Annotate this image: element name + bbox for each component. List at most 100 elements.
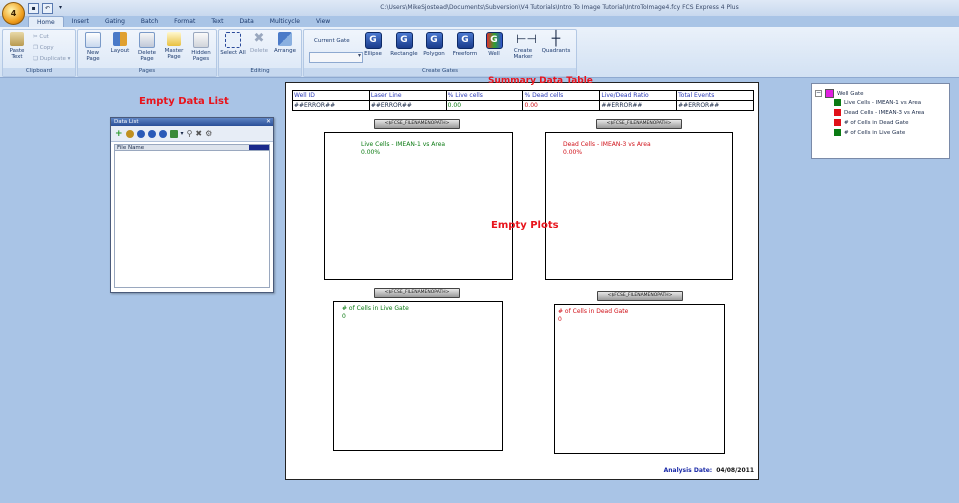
select-all-button[interactable]: Select All [220,32,246,56]
move-down-icon[interactable] [158,129,167,138]
pages-group: New Page Layout Delete Page Master Page … [77,29,217,77]
gate-tree-item[interactable]: # of Cells in Live Gate [834,129,905,136]
live-count-plot[interactable]: # of Cells in Live Gate 0 [333,301,503,451]
freeform-gate-icon: G [456,32,474,49]
collapse-icon[interactable]: − [815,90,822,97]
rectangle-gate-button[interactable]: G Rectangle [389,32,419,57]
data-list-body[interactable] [114,151,270,288]
master-page-button[interactable]: Master Page [161,32,187,60]
quadrants-button[interactable]: ┼ Quadrants [540,32,572,54]
hidden-pages-label: Hidden Pages [191,50,211,62]
filename-token-tr[interactable]: <$FCSE_FILENAMENOPATH> [596,119,682,129]
tab-view[interactable]: View [308,16,338,27]
folder-icon[interactable] [125,129,134,138]
create-marker-label: Create Marker [513,48,533,60]
table-header-cell: Well ID [292,90,370,101]
summary-data-table[interactable]: Well ID Laser Line % Live cells % Dead c… [292,90,754,111]
marker-icon: ⊢⊣ [516,32,537,46]
create-gates-group: Current Gate G Ellipse G Rectangle G Pol… [303,29,577,77]
gate-tree-root[interactable]: − Well Gate [815,89,863,98]
dead-cells-plot-value: 0.00% [563,149,583,156]
tab-data[interactable]: Data [231,16,261,27]
search-icon[interactable]: ⚲ [187,129,193,138]
quadrants-icon: ┼ [551,31,561,47]
tab-batch[interactable]: Batch [133,16,166,27]
paste-text-button[interactable]: Paste Text [4,32,30,60]
polygon-label: Polygon [423,51,445,57]
info-icon[interactable] [136,129,145,138]
export-icon[interactable] [169,129,178,138]
gate-tree-item-label: Dead Cells - IMEAN-3 vs Area [844,109,925,116]
freeform-gate-button[interactable]: G Freeform [452,32,478,57]
gate-tree-item-label: Live Cells - IMEAN-1 vs Area [844,99,922,106]
layout-page[interactable]: Well ID Laser Line % Live cells % Dead c… [285,82,759,480]
freeform-label: Freeform [452,51,478,57]
dead-cells-plot[interactable]: Dead Cells - IMEAN-3 vs Area 0.00% [545,132,733,280]
select-all-label: Select All [220,50,246,56]
table-header-cell: % Live cells [445,90,524,101]
layout-button[interactable]: Layout [107,32,133,54]
file-name-column-header[interactable]: File Name [114,144,270,151]
move-up-icon[interactable] [147,129,156,138]
dead-cells-plot-title: Dead Cells - IMEAN-3 vs Area [563,141,651,148]
rectangle-gate-icon: G [395,32,413,49]
current-gate-combo[interactable] [309,52,363,63]
new-page-icon [85,32,101,48]
close-icon[interactable]: ✕ [266,118,271,126]
ellipse-gate-button[interactable]: G Ellipse [360,32,386,57]
live-count-value: 0 [342,313,346,320]
tab-home[interactable]: Home [28,16,64,27]
dead-count-plot[interactable]: # of Cells in Dead Gate 0 [554,304,725,454]
gate-tree-item-label: # of Cells in Live Gate [844,129,906,136]
delete-button[interactable]: ✖ Delete [246,32,272,55]
chevron-down-icon[interactable]: ▾ [181,130,184,137]
gate-tree-panel: − Well Gate Live Cells - IMEAN-1 vs Area… [811,83,950,159]
ellipse-gate-icon: G [364,32,382,49]
master-page-icon [167,32,181,46]
arrange-icon [278,32,292,46]
gate-tree-item[interactable]: Dead Cells - IMEAN-3 vs Area [834,109,924,116]
well-gate-button[interactable]: G Well [481,32,507,57]
filename-token-bl[interactable]: <$FCSE_FILENAMENOPATH> [374,288,460,298]
filename-token-tl[interactable]: <$FCSE_FILENAMENOPATH> [374,119,460,129]
delete-page-label: Delete Page [137,50,157,62]
polygon-gate-button[interactable]: G Polygon [421,32,447,57]
delete-page-icon [139,32,155,48]
root-color-swatch [825,89,834,98]
paste-icon [10,32,24,46]
settings-icon[interactable]: ⚙ [205,129,212,138]
cut-button[interactable]: ✂ Cut [33,34,49,40]
tab-multicycle[interactable]: Multicycle [262,16,308,27]
gate-tree-item[interactable]: # of Cells in Dead Gate [834,119,908,126]
current-gate-label: Current Gate [314,38,350,44]
ellipse-label: Ellipse [364,51,382,57]
live-cells-plot[interactable]: Live Cells - IMEAN-1 vs Area 0.00% [324,132,513,280]
arrange-button[interactable]: Arrange [272,32,298,54]
analysis-date-label: Analysis Date: [663,467,713,474]
add-icon[interactable]: + [115,129,123,139]
create-marker-button[interactable]: ⊢⊣ Create Marker [510,32,536,60]
copy-label: Copy [39,45,54,51]
duplicate-button[interactable]: ❏ Duplicate ▾ [33,56,70,62]
delete-icon[interactable]: ✖ [195,129,202,138]
analysis-date-value: 04/08/2011 [716,467,754,474]
well-gate-icon: G [485,32,503,49]
tab-format[interactable]: Format [166,16,203,27]
clipboard-group-label: Clipboard [3,68,75,76]
new-page-button[interactable]: New Page [80,32,106,62]
gate-tree-item[interactable]: Live Cells - IMEAN-1 vs Area [834,99,921,106]
table-header-row: Well ID Laser Line % Live cells % Dead c… [292,90,754,101]
hidden-pages-button[interactable]: Hidden Pages [188,32,214,62]
filename-token-br[interactable]: <$FCSE_FILENAMENOPATH> [597,291,683,301]
gate-color-swatch [834,109,841,116]
live-count-title: # of Cells in Live Gate [342,305,409,312]
delete-page-button[interactable]: Delete Page [134,32,160,62]
copy-button[interactable]: ❐ Copy [33,45,54,51]
table-cell: 0.00 [522,100,601,111]
table-cell: ##ERROR## [292,100,370,111]
tab-gating[interactable]: Gating [97,16,133,27]
tab-insert[interactable]: Insert [64,16,97,27]
app-logo-icon: 4 [10,9,17,18]
application-menu-button[interactable]: 4 [2,2,25,25]
tab-text[interactable]: Text [203,16,231,27]
